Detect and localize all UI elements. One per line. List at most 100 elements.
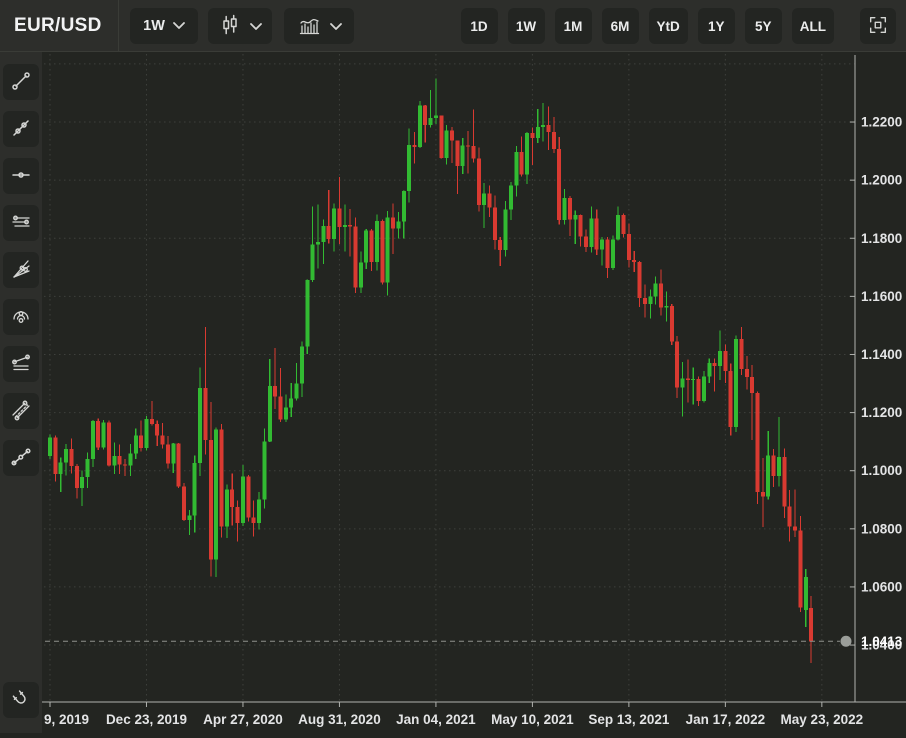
ray-line-icon bbox=[9, 116, 33, 143]
range-button-group: 1D 1W 1M 6M YtD 1Y 5Y ALL bbox=[461, 8, 835, 44]
trend-angle-icon bbox=[9, 351, 33, 378]
candle-body bbox=[262, 441, 266, 499]
candle-body bbox=[118, 456, 122, 465]
drawing-tool-parallel-channel[interactable] bbox=[3, 393, 39, 429]
candle-body bbox=[246, 477, 250, 518]
candle-body bbox=[209, 440, 213, 559]
candle-body bbox=[536, 127, 540, 138]
candle-body bbox=[761, 492, 765, 496]
toolbar: EUR/USD 1W 1D 1W 1M 6M YtD 1Y 5Y ALL bbox=[0, 0, 906, 52]
candle-body bbox=[150, 419, 154, 424]
price-axis[interactable]: 1.22001.20001.18001.16001.14001.12001.10… bbox=[850, 115, 903, 653]
chart-style-dropdown[interactable] bbox=[208, 8, 272, 44]
candle-body bbox=[643, 298, 647, 304]
time-tick-label: Aug 31, 2020 bbox=[298, 712, 381, 727]
candle-body bbox=[161, 436, 165, 445]
candle-body bbox=[343, 225, 347, 227]
time-tick-label: Sep 13, 2021 bbox=[588, 712, 670, 727]
candle-body bbox=[498, 240, 502, 250]
candle-body bbox=[375, 221, 379, 262]
candle-body bbox=[514, 152, 518, 186]
range-button-ytd[interactable]: YtD bbox=[649, 8, 688, 44]
candle-body bbox=[182, 486, 186, 520]
candle-body bbox=[241, 477, 245, 523]
range-button-1d[interactable]: 1D bbox=[461, 8, 498, 44]
range-button-1m[interactable]: 1M bbox=[555, 8, 592, 44]
candle-body bbox=[354, 227, 358, 288]
candle-body bbox=[203, 388, 207, 440]
time-tick-label: 9, 2019 bbox=[44, 712, 89, 727]
candlestick-chart[interactable]: 1.22001.20001.18001.16001.14001.12001.10… bbox=[42, 52, 906, 733]
chevron-down-icon bbox=[330, 19, 342, 34]
time-tick-label: Apr 27, 2020 bbox=[203, 712, 283, 727]
drawing-tool-trend-line[interactable] bbox=[3, 64, 39, 100]
candle-body bbox=[64, 449, 68, 462]
range-button-5y[interactable]: 5Y bbox=[745, 8, 782, 44]
chart-area[interactable]: 1.22001.20001.18001.16001.14001.12001.10… bbox=[42, 52, 906, 733]
candle-body bbox=[622, 215, 626, 234]
candle-body bbox=[659, 283, 663, 307]
candle-body bbox=[327, 226, 331, 239]
candle-body bbox=[509, 186, 513, 210]
candle-body bbox=[418, 105, 422, 147]
polyline-icon bbox=[9, 445, 33, 472]
candle-body bbox=[739, 339, 743, 369]
price-tick-label: 1.1200 bbox=[861, 405, 902, 420]
drawing-tool-fan-lines[interactable] bbox=[3, 252, 39, 288]
price-tick-label: 1.1600 bbox=[861, 289, 902, 304]
candle-body bbox=[193, 463, 197, 515]
candle-body bbox=[627, 234, 631, 260]
drawing-tool-ray-line[interactable] bbox=[3, 111, 39, 147]
range-button-6m[interactable]: 6M bbox=[602, 8, 639, 44]
time-tick-label: May 23, 2022 bbox=[781, 712, 864, 727]
last-price-label: 1.0413 bbox=[861, 634, 903, 649]
candle-body bbox=[670, 306, 674, 341]
interval-dropdown[interactable]: 1W bbox=[130, 8, 198, 44]
price-tick-label: 1.1400 bbox=[861, 347, 902, 362]
range-button-all[interactable]: ALL bbox=[792, 8, 834, 44]
magnet-mode-button[interactable] bbox=[3, 682, 39, 718]
candle-body bbox=[648, 297, 652, 304]
price-tick-label: 1.1800 bbox=[861, 231, 902, 246]
candle-body bbox=[552, 132, 556, 149]
candle-body bbox=[91, 421, 95, 459]
candle-body bbox=[707, 363, 711, 376]
candle-body bbox=[214, 430, 218, 560]
time-tick-label: Dec 23, 2019 bbox=[106, 712, 187, 727]
candle-body bbox=[804, 577, 808, 610]
candle-body bbox=[713, 363, 717, 366]
candle-body bbox=[316, 242, 320, 245]
candle-body bbox=[616, 215, 620, 239]
range-button-1w[interactable]: 1W bbox=[508, 8, 545, 44]
range-button-1y[interactable]: 1Y bbox=[698, 8, 735, 44]
candle-body bbox=[75, 466, 79, 488]
symbol-title: EUR/USD bbox=[14, 0, 102, 51]
drawing-tool-polyline[interactable] bbox=[3, 440, 39, 476]
indicator-dropdown[interactable] bbox=[284, 8, 354, 44]
candle-body bbox=[69, 449, 73, 466]
candle-body bbox=[364, 231, 368, 263]
time-axis[interactable]: 9, 2019 Dec 23, 2019 Apr 27, 2020 Aug 31, 2… bbox=[44, 702, 863, 727]
candle-body bbox=[86, 459, 90, 477]
candle-body bbox=[809, 608, 813, 641]
drawing-tool-fib-arcs[interactable] bbox=[3, 299, 39, 335]
candle-body bbox=[654, 283, 658, 296]
candle-body bbox=[493, 208, 497, 240]
parallel-channel-icon bbox=[9, 398, 33, 425]
drawing-tool-horizontal-line[interactable] bbox=[3, 158, 39, 194]
candle-body bbox=[718, 351, 722, 366]
fullscreen-button[interactable] bbox=[860, 8, 896, 44]
candle-body bbox=[278, 396, 282, 419]
candle-body bbox=[729, 371, 733, 427]
magnet-icon bbox=[9, 687, 33, 714]
candle-body bbox=[605, 240, 609, 268]
candle-body bbox=[48, 437, 52, 456]
candle-body bbox=[273, 386, 277, 396]
candle-body bbox=[557, 149, 561, 220]
interval-label: 1W bbox=[143, 18, 165, 34]
candle-body bbox=[445, 130, 449, 158]
drawing-tool-parallel-lines[interactable] bbox=[3, 205, 39, 241]
drawing-tool-trend-angle[interactable] bbox=[3, 346, 39, 382]
candle-body bbox=[236, 507, 240, 523]
candle-body bbox=[230, 490, 234, 507]
